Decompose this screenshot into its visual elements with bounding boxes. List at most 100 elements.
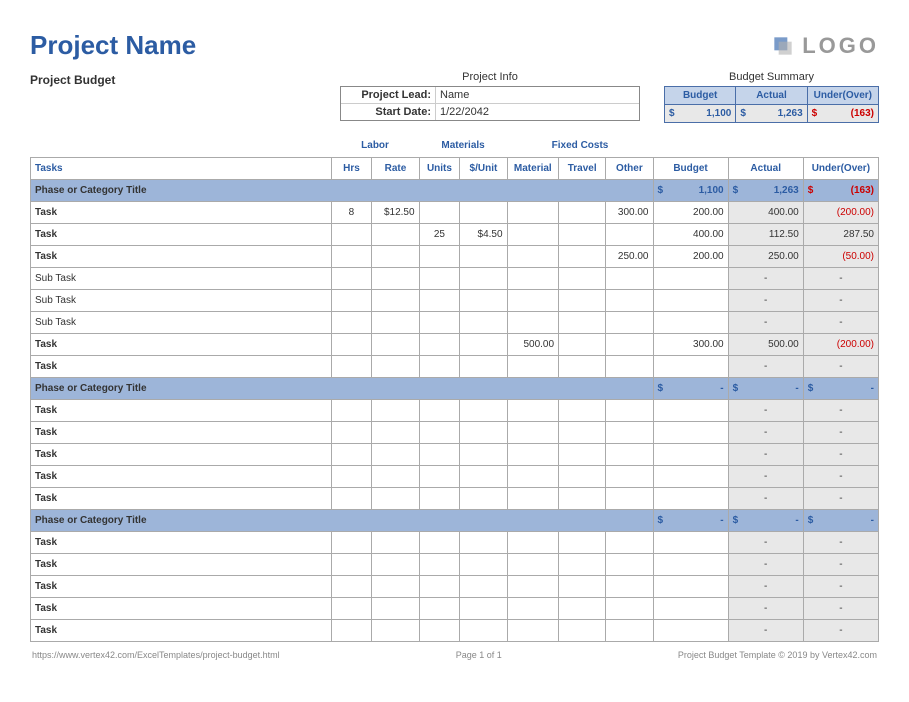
cell-units[interactable]	[419, 443, 460, 465]
cell-units[interactable]	[419, 245, 460, 267]
cell-rate[interactable]	[372, 355, 419, 377]
cell-material[interactable]	[507, 223, 559, 245]
cell-budget[interactable]	[653, 619, 728, 641]
task-name[interactable]: Task	[31, 245, 332, 267]
cell-units[interactable]	[419, 487, 460, 509]
cell-units[interactable]	[419, 421, 460, 443]
cell-per_unit[interactable]	[460, 487, 507, 509]
cell-material[interactable]	[507, 597, 559, 619]
cell-material[interactable]	[507, 421, 559, 443]
start-date-value[interactable]: 1/22/2042	[436, 104, 639, 120]
task-name[interactable]: Sub Task	[31, 289, 332, 311]
cell-per_unit[interactable]	[460, 289, 507, 311]
cell-other[interactable]	[606, 619, 653, 641]
task-name[interactable]: Task	[31, 487, 332, 509]
task-name[interactable]: Task	[31, 333, 332, 355]
cell-rate[interactable]	[372, 421, 419, 443]
cell-other[interactable]	[606, 575, 653, 597]
cell-hrs[interactable]	[331, 575, 372, 597]
cell-other[interactable]	[606, 443, 653, 465]
cell-other[interactable]	[606, 487, 653, 509]
task-name[interactable]: Task	[31, 399, 332, 421]
cell-rate[interactable]	[372, 465, 419, 487]
cell-hrs[interactable]	[331, 267, 372, 289]
cell-rate[interactable]	[372, 487, 419, 509]
task-name[interactable]: Task	[31, 443, 332, 465]
task-name[interactable]: Task	[31, 575, 332, 597]
cell-other[interactable]	[606, 267, 653, 289]
cell-units[interactable]	[419, 201, 460, 223]
cell-material[interactable]	[507, 465, 559, 487]
cell-material[interactable]	[507, 399, 559, 421]
task-name[interactable]: Sub Task	[31, 267, 332, 289]
cell-travel[interactable]	[559, 487, 606, 509]
cell-rate[interactable]	[372, 289, 419, 311]
cell-other[interactable]	[606, 223, 653, 245]
cell-rate[interactable]	[372, 575, 419, 597]
phase-name[interactable]: Phase or Category Title	[31, 509, 654, 531]
cell-material[interactable]	[507, 531, 559, 553]
cell-hrs[interactable]	[331, 597, 372, 619]
phase-name[interactable]: Phase or Category Title	[31, 179, 654, 201]
cell-per_unit[interactable]	[460, 245, 507, 267]
cell-units[interactable]	[419, 553, 460, 575]
cell-material[interactable]	[507, 553, 559, 575]
task-name[interactable]: Task	[31, 553, 332, 575]
cell-per_unit[interactable]	[460, 311, 507, 333]
task-name[interactable]: Sub Task	[31, 311, 332, 333]
cell-travel[interactable]	[559, 575, 606, 597]
task-name[interactable]: Task	[31, 421, 332, 443]
cell-budget[interactable]: 300.00	[653, 333, 728, 355]
cell-other[interactable]	[606, 465, 653, 487]
cell-hrs[interactable]	[331, 245, 372, 267]
cell-rate[interactable]: $12.50	[372, 201, 419, 223]
cell-rate[interactable]	[372, 267, 419, 289]
cell-hrs[interactable]	[331, 553, 372, 575]
cell-rate[interactable]	[372, 597, 419, 619]
cell-travel[interactable]	[559, 531, 606, 553]
cell-travel[interactable]	[559, 201, 606, 223]
cell-travel[interactable]	[559, 289, 606, 311]
cell-other[interactable]	[606, 355, 653, 377]
cell-travel[interactable]	[559, 311, 606, 333]
cell-rate[interactable]	[372, 245, 419, 267]
cell-hrs[interactable]	[331, 531, 372, 553]
cell-hrs[interactable]	[331, 487, 372, 509]
cell-travel[interactable]	[559, 245, 606, 267]
cell-budget[interactable]	[653, 443, 728, 465]
cell-material[interactable]	[507, 487, 559, 509]
cell-budget[interactable]	[653, 311, 728, 333]
cell-units[interactable]	[419, 619, 460, 641]
cell-units[interactable]	[419, 333, 460, 355]
cell-material[interactable]	[507, 245, 559, 267]
cell-per_unit[interactable]	[460, 597, 507, 619]
cell-units[interactable]	[419, 399, 460, 421]
cell-travel[interactable]	[559, 443, 606, 465]
cell-units[interactable]	[419, 311, 460, 333]
task-name[interactable]: Task	[31, 465, 332, 487]
cell-material[interactable]	[507, 289, 559, 311]
cell-hrs[interactable]	[331, 223, 372, 245]
cell-other[interactable]	[606, 399, 653, 421]
cell-hrs[interactable]	[331, 355, 372, 377]
cell-per_unit[interactable]	[460, 553, 507, 575]
cell-other[interactable]	[606, 553, 653, 575]
project-lead-value[interactable]: Name	[436, 87, 639, 103]
cell-material[interactable]	[507, 619, 559, 641]
cell-other[interactable]	[606, 597, 653, 619]
cell-budget[interactable]	[653, 421, 728, 443]
cell-travel[interactable]	[559, 553, 606, 575]
cell-units[interactable]: 25	[419, 223, 460, 245]
cell-per_unit[interactable]	[460, 575, 507, 597]
cell-rate[interactable]	[372, 531, 419, 553]
cell-hrs[interactable]	[331, 619, 372, 641]
cell-other[interactable]	[606, 289, 653, 311]
cell-rate[interactable]	[372, 443, 419, 465]
task-name[interactable]: Task	[31, 597, 332, 619]
cell-hrs[interactable]: 8	[331, 201, 372, 223]
cell-rate[interactable]	[372, 333, 419, 355]
cell-other[interactable]	[606, 333, 653, 355]
cell-units[interactable]	[419, 289, 460, 311]
cell-travel[interactable]	[559, 597, 606, 619]
cell-budget[interactable]	[653, 575, 728, 597]
